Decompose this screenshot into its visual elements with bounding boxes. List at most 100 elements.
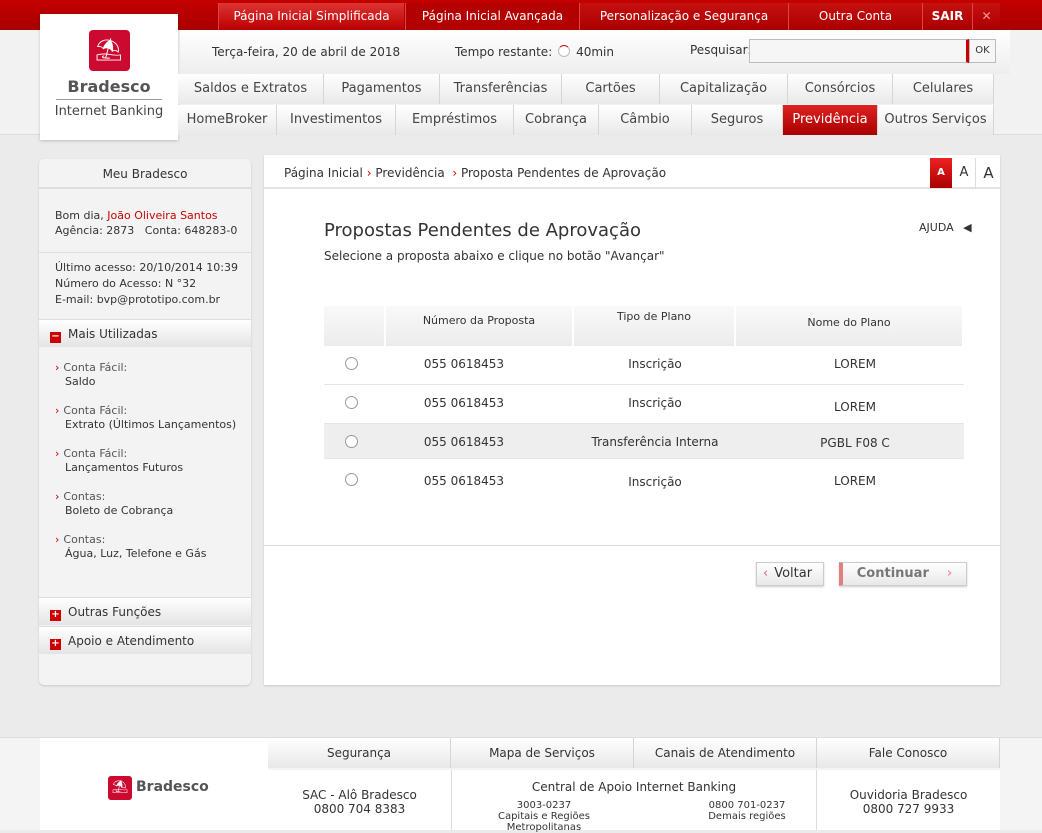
menu-outros-servicos[interactable]: Outros Serviços [878,105,994,135]
logo[interactable]: ⛱ Bradesco Internet Banking [40,14,178,140]
plus-icon: + [50,638,61,650]
breadcrumb-current: Proposta Pendentes de Aprovação [460,166,667,180]
menu-cartoes[interactable]: Cartões [562,74,660,104]
chevron-left-icon: ‹ [763,566,769,581]
chevron-right-icon: › [55,447,60,460]
close-icon[interactable]: ✕ [972,3,1000,30]
breadcrumb: Página Inicial › Previdência › Proposta … [284,166,667,180]
footer-central: Central de Apoio Internet Banking 3003-0… [451,770,817,833]
quick-link[interactable]: › Contas: Boleto de Cobrança [55,490,173,518]
link-advanced-home[interactable]: Página Inicial Avançada [405,3,579,30]
minus-icon: − [50,331,61,343]
bradesco-logo-icon: ⛱ [88,30,130,71]
session-time: Tempo restante: 40min [455,45,614,59]
footer-brand: Bradesco [136,779,209,795]
section-outras-funcoes[interactable]: + Outras Funções [39,597,251,625]
logo-brand: Bradesco [67,77,151,96]
column-nome: Nome do Plano [736,306,964,346]
table-row[interactable]: 055 0618453 Inscrição LOREM [324,346,964,385]
menu-emprestimos[interactable]: Empréstimos [396,105,514,135]
row-radio[interactable] [345,435,358,448]
breadcrumb-previdencia[interactable]: Previdência [375,166,444,180]
quick-link[interactable]: › Conta Fácil: Saldo [55,361,127,389]
table-row[interactable]: 055 0618453 Inscrição LOREM [324,459,964,498]
time-value: 40min [576,45,614,59]
menu-capitalizacao[interactable]: Capitalização [660,74,788,104]
user-greeting: Bom dia, João Oliveira Santos [55,209,218,223]
sidebar: Meu Bradesco Bom dia, João Oliveira Sant… [39,159,251,685]
section-label: Outras Funções [68,605,162,619]
font-size-large[interactable]: A [977,158,1000,188]
search-input[interactable] [749,39,969,63]
menu-saldos[interactable]: Saldos e Extratos [178,74,324,104]
sidebar-title: Meu Bradesco [39,159,251,189]
footer-sac: SAC - Alô Bradesco 0800 704 8383 [268,770,451,830]
footer-logo: ⛱ Bradesco [40,738,268,830]
plus-icon: + [50,609,61,621]
time-label: Tempo restante: [455,45,553,59]
link-personalization[interactable]: Personalização e Segurança [579,3,788,30]
logout-button[interactable]: SAIR [922,3,972,30]
column-tipo: Tipo de Plano [574,306,736,346]
breadcrumb-home[interactable]: Página Inicial [284,166,363,180]
footer-mapa[interactable]: Mapa de Serviços [451,738,634,768]
table-row[interactable]: 055 0618453 Inscrição LOREM [324,385,964,424]
section-mais-utilizadas[interactable]: − Mais Utilizadas [39,319,251,347]
font-size-medium[interactable]: A [953,158,976,188]
menu-transferencias[interactable]: Transferências [440,74,562,104]
footer-fale-conosco[interactable]: Fale Conosco [817,738,1000,768]
column-select [324,306,386,346]
menu-investimentos[interactable]: Investimentos [277,105,396,135]
table-row[interactable]: 055 0618453 Transferência Interna PGBL F08… [324,424,964,459]
chevron-right-icon: › [55,533,60,546]
quick-link[interactable]: › Conta Fácil: Lançamentos Futuros [55,447,183,475]
section-apoio[interactable]: + Apoio e Atendimento [39,626,251,654]
page-title: Propostas Pendentes de Aprovação [324,220,641,241]
column-numero: Número da Proposta [386,306,574,346]
menu-homebroker[interactable]: HomeBroker [178,105,277,135]
footer-canais[interactable]: Canais de Atendimento [634,738,817,768]
menu-consorcios[interactable]: Consórcios [788,74,893,104]
menu-celulares[interactable]: Celulares [893,74,994,104]
font-size-small[interactable]: A [930,158,952,188]
user-name: João Oliveira Santos [107,209,218,222]
bradesco-logo-icon: ⛱ [108,776,132,800]
section-label: Apoio e Atendimento [68,634,195,648]
chevron-right-icon: › [946,566,953,581]
section-label: Mais Utilizadas [68,327,158,341]
agencia: Agência: 2873 [55,224,135,237]
footer-seguranca[interactable]: Segurança [268,738,451,768]
quick-link[interactable]: › Conta Fácil: Extrato (Últimos Lançamento… [55,404,236,432]
caret-left-icon: ◀ [963,221,972,234]
last-access: Último acesso: 20/10/2014 10:39 [55,261,238,274]
continue-button[interactable]: Continuar › [839,562,967,586]
logo-subtitle: Internet Banking [54,104,164,119]
current-date: Terça-feira, 20 de abril de 2018 [212,45,401,59]
user-email: E-mail: bvp@prototipo.com.br [55,293,221,306]
menu-previdencia[interactable]: Previdência [783,105,878,135]
menu-seguros[interactable]: Seguros [692,105,783,135]
help-link[interactable]: AJUDA ◀ [919,221,972,234]
link-other-account[interactable]: Outra Conta [788,3,922,30]
link-simplified-home[interactable]: Página Inicial Simplificada [218,3,404,30]
page-subtitle: Selecione a proposta abaixo e clique no … [324,249,665,263]
back-button[interactable]: ‹ Voltar [756,562,824,586]
row-radio[interactable] [345,357,358,370]
row-radio[interactable] [345,396,358,409]
footer-ouvidoria: Ouvidoria Bradesco 0800 727 9933 [817,770,1000,830]
chevron-right-icon: › [55,361,60,374]
account-info: Agência: 2873 Conta: 648283-0 [55,224,237,238]
clock-icon [558,45,571,57]
access-number: Número do Acesso: N °32 [55,277,197,290]
chevron-right-icon: › [55,490,60,503]
greeting: Bom dia, [55,209,108,222]
menu-cambio[interactable]: Câmbio [599,105,692,135]
chevron-right-icon: › [55,404,60,417]
menu-cobranca[interactable]: Cobrança [514,105,599,135]
conta: Conta: 648283-0 [144,224,238,237]
menu-pagamentos[interactable]: Pagamentos [324,74,440,104]
quick-link[interactable]: › Contas: Água, Luz, Telefone e Gás [55,533,206,561]
row-radio[interactable] [345,473,358,486]
search-button[interactable]: OK [969,39,996,63]
search-label: Pesquisar: [690,43,752,57]
